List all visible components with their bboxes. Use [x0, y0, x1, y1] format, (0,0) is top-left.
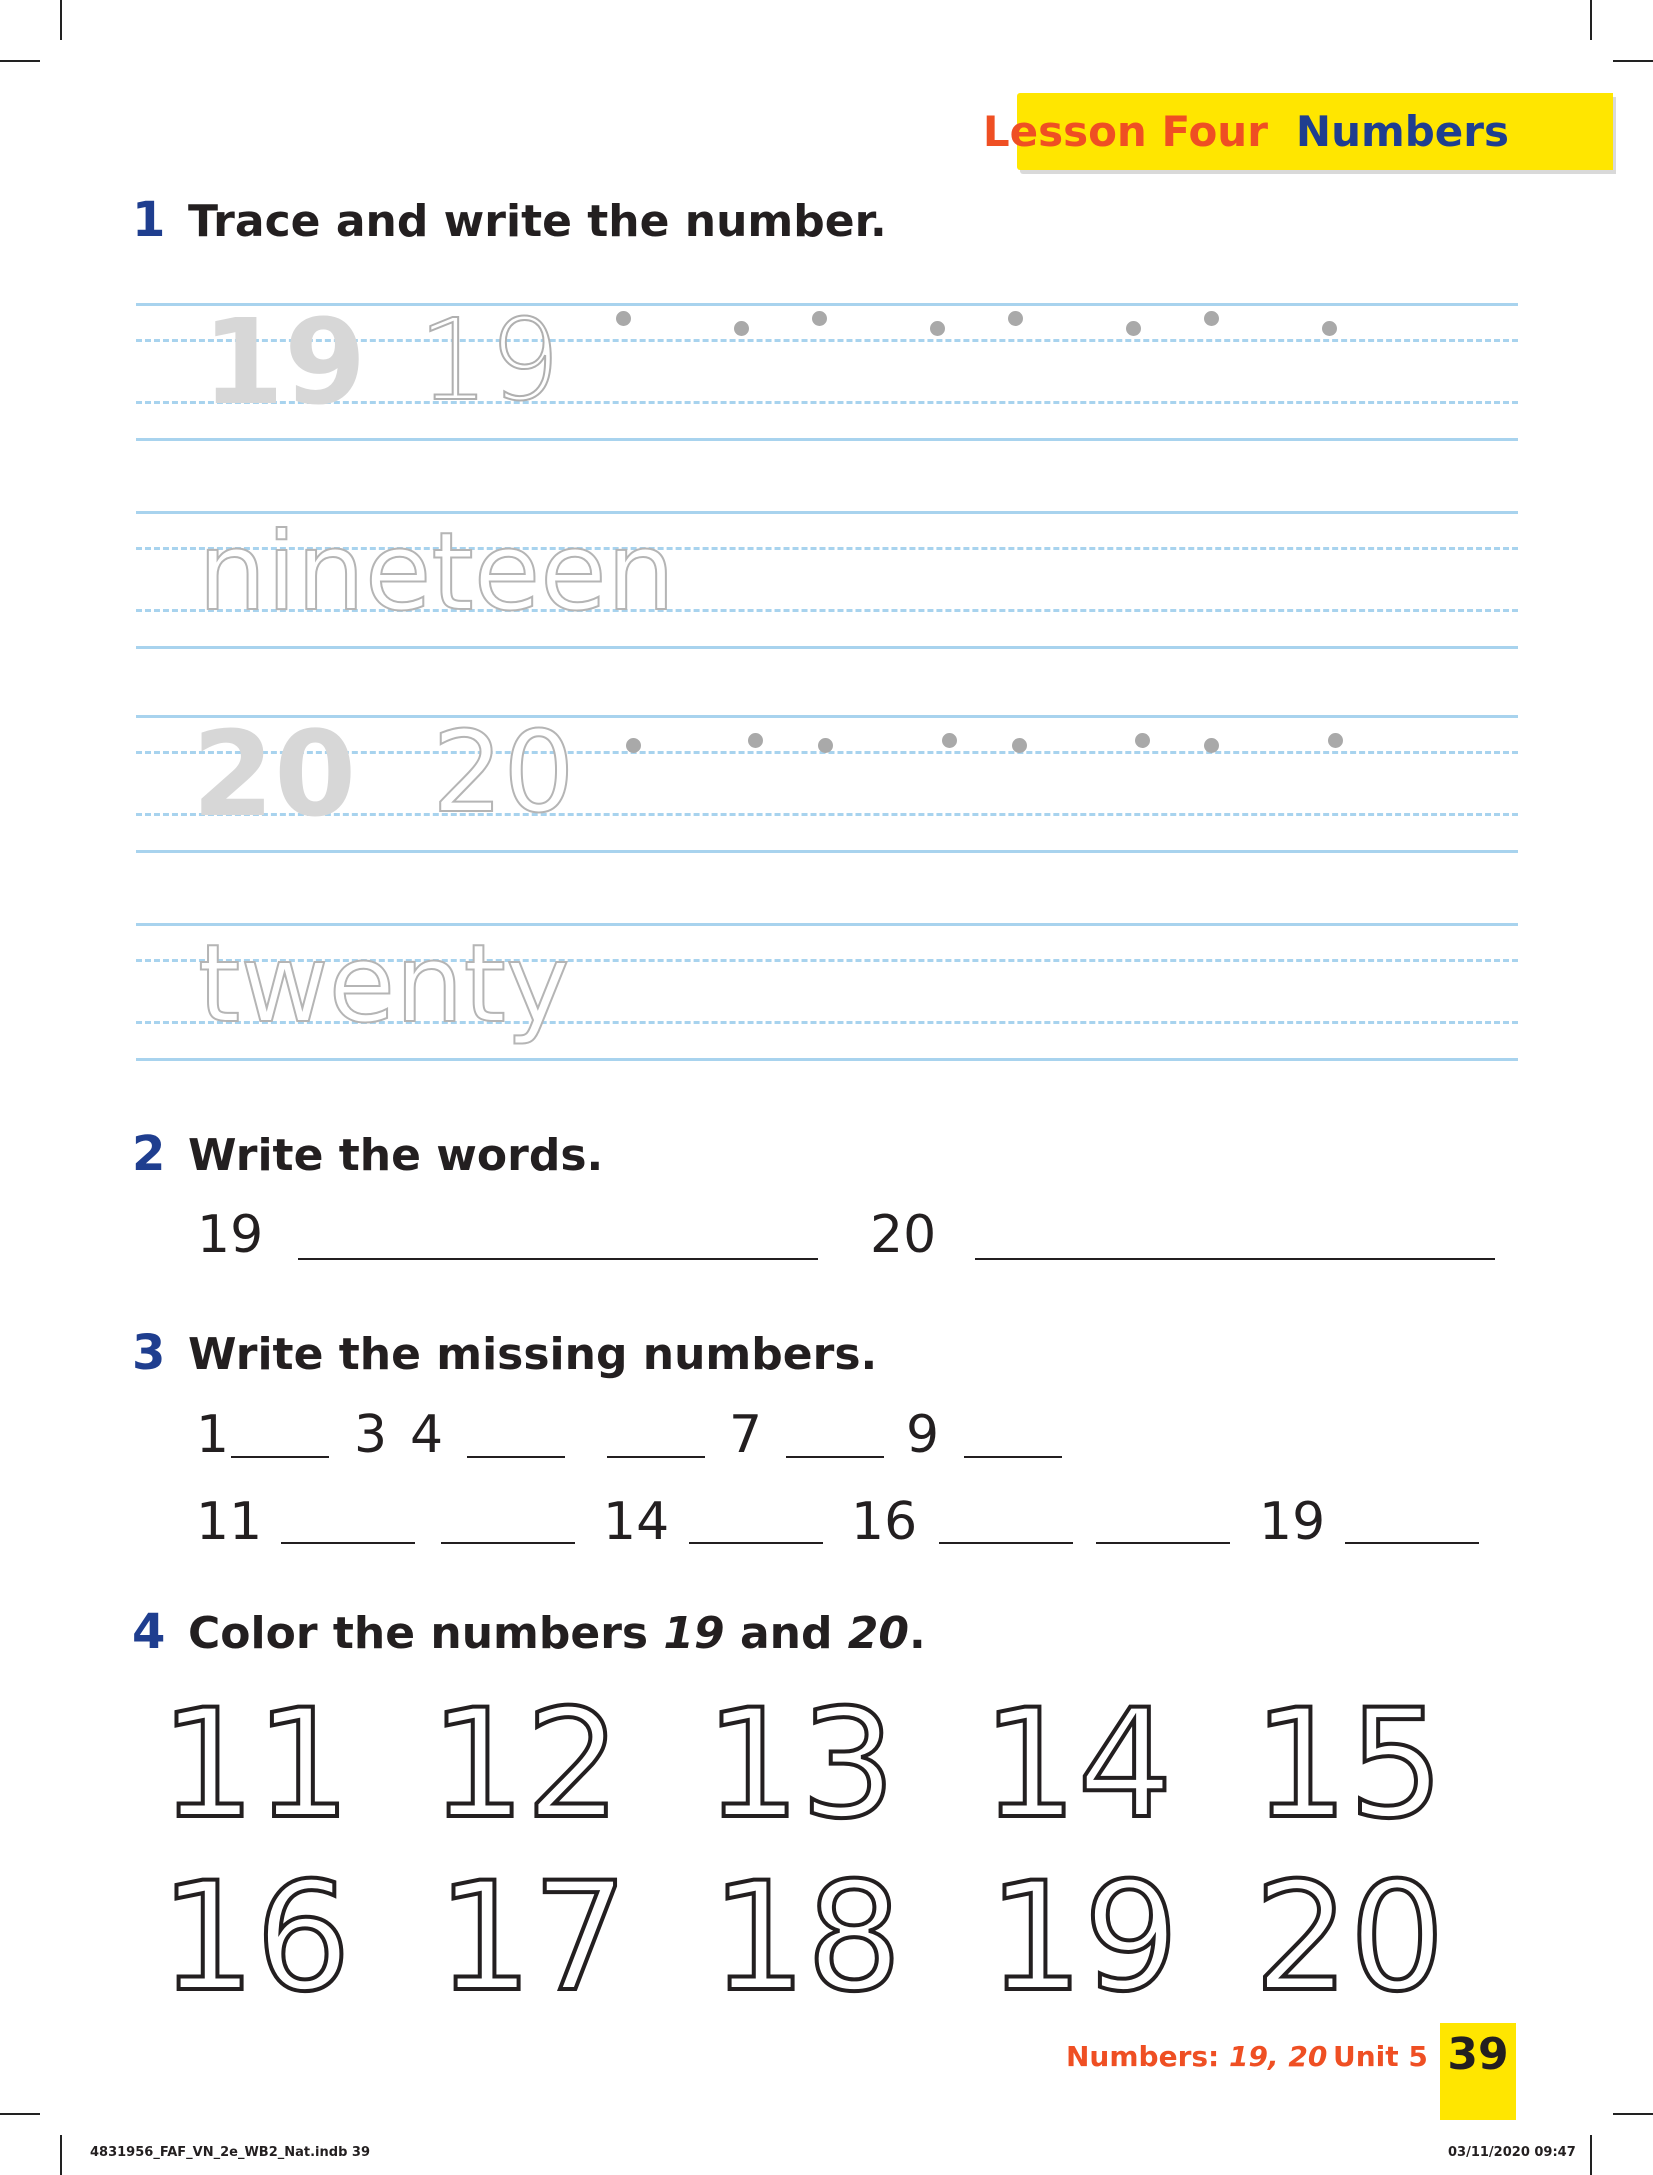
prompt-19: 19 — [197, 1205, 264, 1265]
start-dot — [748, 733, 763, 748]
start-dot — [818, 738, 833, 753]
model-number-19: 19 — [202, 293, 367, 431]
page-number-box: 39 — [1440, 2023, 1516, 2120]
missing-number-blank[interactable] — [1345, 1542, 1479, 1544]
sequence-number: 11 — [196, 1492, 263, 1552]
trace-number-20: 20 — [431, 708, 576, 838]
start-dot — [1322, 321, 1337, 336]
exercise-2-title: Write the words. — [188, 1130, 604, 1181]
crop-mark — [60, 0, 62, 40]
trace-number-19: 19 — [417, 296, 562, 426]
start-dot — [942, 733, 957, 748]
start-dot — [1008, 311, 1023, 326]
start-dot — [626, 738, 641, 753]
exercise-1-number: 1 — [132, 192, 166, 248]
start-dot — [1135, 733, 1150, 748]
start-dot — [1328, 733, 1343, 748]
sequence-number: 16 — [851, 1492, 918, 1552]
missing-number-blank[interactable] — [467, 1456, 565, 1458]
crop-mark — [1613, 2113, 1653, 2115]
start-dot — [616, 311, 631, 326]
print-slug-file: 4831956_FAF_VN_2e_WB2_Nat.indb 39 — [90, 2145, 370, 2160]
footer-unit: Unit 5 — [1333, 2040, 1428, 2073]
sequence-number: 3 — [354, 1405, 388, 1465]
colorable-number-19[interactable]: 19 — [986, 1861, 1181, 2015]
exercise-1-title: Trace and write the number. — [188, 196, 887, 247]
missing-number-blank[interactable] — [607, 1456, 705, 1458]
sequence-number: 4 — [410, 1405, 444, 1465]
print-slug-date: 03/11/2020 09:47 — [1448, 2145, 1576, 2160]
crop-mark — [1590, 2135, 1592, 2175]
page-number: 39 — [1447, 2029, 1509, 2080]
colorable-number-18[interactable]: 18 — [709, 1861, 904, 2015]
sequence-number: 7 — [729, 1405, 763, 1465]
answer-line-19[interactable] — [298, 1258, 818, 1260]
colorable-number-13[interactable]: 13 — [703, 1688, 898, 1842]
exercise-4-title: Color the numbers 19 and 20. — [188, 1608, 926, 1659]
prompt-20: 20 — [870, 1205, 937, 1265]
missing-number-blank[interactable] — [231, 1456, 329, 1458]
colorable-number-17[interactable]: 17 — [435, 1861, 630, 2015]
start-dot — [734, 321, 749, 336]
exercise-2-number: 2 — [132, 1126, 166, 1182]
footer-topic: Numbers: 19, 20 — [1066, 2040, 1328, 2073]
sequence-number: 19 — [1259, 1492, 1326, 1552]
tracing-band-twenty[interactable]: twenty — [136, 923, 1518, 1071]
colorable-number-16[interactable]: 16 — [158, 1861, 353, 2015]
colorable-number-20[interactable]: 20 — [1252, 1861, 1447, 2015]
colorable-number-14[interactable]: 14 — [980, 1688, 1175, 1842]
trace-word-nineteen: nineteen — [197, 510, 676, 635]
missing-number-blank[interactable] — [786, 1456, 884, 1458]
colorable-number-11[interactable]: 11 — [158, 1688, 353, 1842]
missing-number-blank[interactable] — [281, 1542, 415, 1544]
model-number-20: 20 — [192, 705, 357, 843]
exercise-3-number: 3 — [132, 1325, 166, 1381]
start-dot — [1204, 738, 1219, 753]
trace-word-twenty: twenty — [197, 922, 571, 1047]
sequence-number: 14 — [603, 1492, 670, 1552]
crop-mark — [60, 2135, 62, 2175]
lesson-banner: Lesson Four Numbers — [983, 93, 1613, 170]
start-dot — [930, 321, 945, 336]
tracing-band-20[interactable]: 20 20 — [136, 715, 1518, 863]
start-dot — [1204, 311, 1219, 326]
missing-number-blank[interactable] — [689, 1542, 823, 1544]
exercise-3-title: Write the missing numbers. — [188, 1329, 878, 1380]
crop-mark — [1613, 60, 1653, 62]
sequence-number: 9 — [906, 1405, 940, 1465]
tracing-band-nineteen[interactable]: nineteen — [136, 511, 1518, 659]
lesson-label: Lesson Four — [982, 107, 1268, 156]
colorable-number-12[interactable]: 12 — [428, 1688, 623, 1842]
tracing-band-19[interactable]: 19 19 — [136, 303, 1518, 451]
start-dot — [812, 311, 827, 326]
answer-line-20[interactable] — [975, 1258, 1495, 1260]
colorable-number-15[interactable]: 15 — [1251, 1688, 1446, 1842]
exercise-4-number: 4 — [132, 1604, 166, 1660]
start-dot — [1126, 321, 1141, 336]
missing-number-blank[interactable] — [964, 1456, 1062, 1458]
start-dot — [1012, 738, 1027, 753]
crop-mark — [0, 60, 40, 62]
missing-number-blank[interactable] — [1096, 1542, 1230, 1544]
crop-mark — [1590, 0, 1592, 40]
missing-number-blank[interactable] — [441, 1542, 575, 1544]
lesson-topic: Numbers — [1295, 107, 1509, 156]
missing-number-blank[interactable] — [939, 1542, 1073, 1544]
crop-mark — [0, 2113, 40, 2115]
sequence-number: 1 — [196, 1405, 230, 1465]
